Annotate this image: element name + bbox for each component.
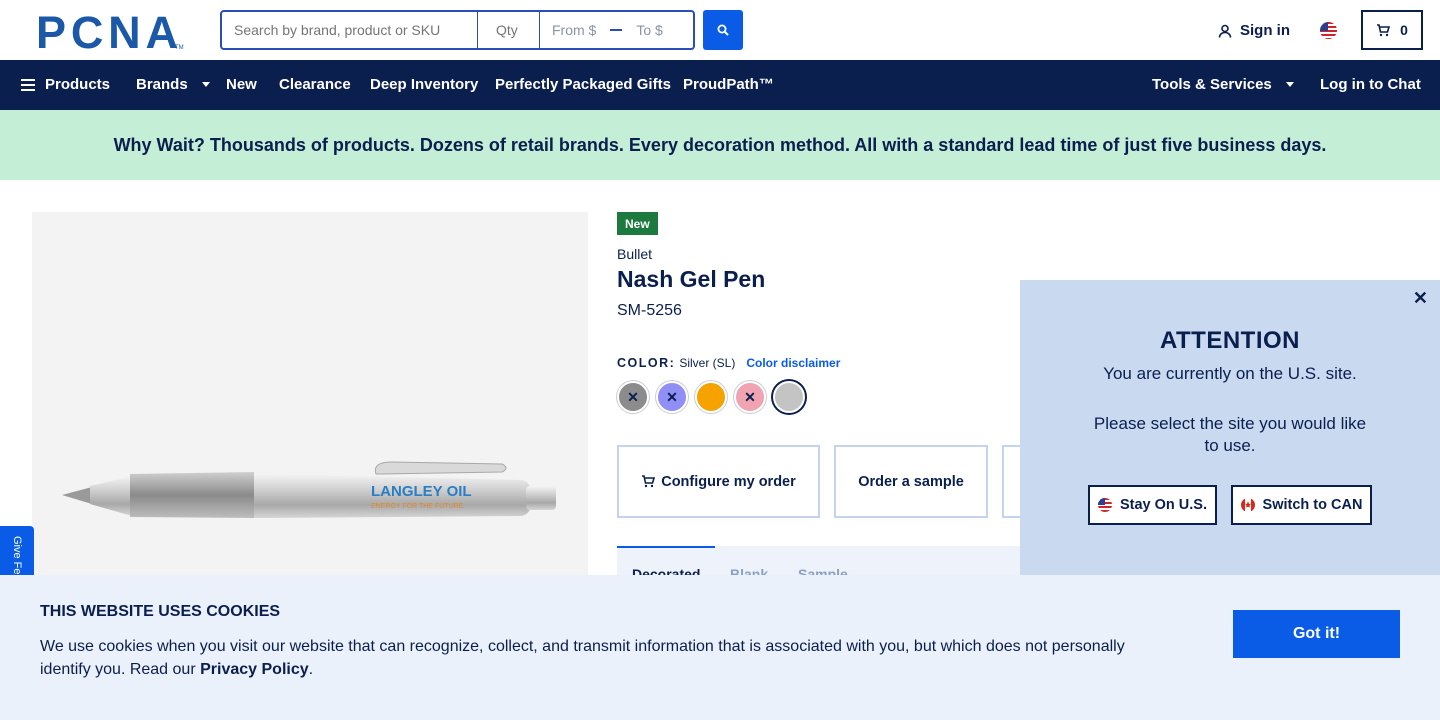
product-title: Nash Gel Pen bbox=[617, 266, 766, 292]
got-it-button[interactable]: Got it! bbox=[1233, 610, 1400, 658]
price-to-field[interactable]: To $ bbox=[636, 22, 662, 38]
stay-us-button[interactable]: Stay On U.S. bbox=[1088, 485, 1217, 525]
us-flag-icon bbox=[1097, 498, 1112, 512]
price-from-field[interactable]: From $ bbox=[552, 22, 596, 38]
cart-count: 0 bbox=[1400, 22, 1408, 38]
nav-tools-label: Tools & Services bbox=[1152, 76, 1272, 93]
chevron-down-icon bbox=[1285, 82, 1294, 87]
nav-clearance[interactable]: Clearance bbox=[279, 76, 351, 93]
svg-text:PCNA: PCNA bbox=[36, 12, 178, 50]
svg-text:TM: TM bbox=[175, 45, 184, 50]
color-swatch-orange[interactable] bbox=[695, 381, 727, 413]
close-icon[interactable]: ✕ bbox=[1413, 288, 1428, 309]
range-dash bbox=[610, 29, 623, 31]
svg-text:ENERGY FOR THE FUTURE: ENERGY FOR THE FUTURE bbox=[371, 503, 464, 510]
product-sku: SM-5256 bbox=[617, 302, 682, 319]
nav-deep-inventory-label: Deep Inventory bbox=[370, 76, 479, 93]
svg-text:LANGLEY OIL: LANGLEY OIL bbox=[371, 483, 472, 500]
nav-new[interactable]: New bbox=[226, 76, 257, 93]
color-swatch-pink[interactable]: ✕ bbox=[734, 381, 766, 413]
cookie-title: THIS WEBSITE USES COOKIES bbox=[40, 603, 281, 620]
switch-can-label: Switch to CAN bbox=[1262, 497, 1363, 513]
user-icon bbox=[1218, 24, 1232, 38]
active-tab-indicator bbox=[617, 546, 715, 548]
pen-image: LANGLEY OIL ENERGY FOR THE FUTURE bbox=[62, 461, 556, 518]
sign-in-label: Sign in bbox=[1240, 22, 1290, 39]
cart-icon bbox=[642, 475, 656, 488]
sign-in-link[interactable]: Sign in bbox=[1218, 22, 1290, 39]
search-icon bbox=[717, 24, 729, 36]
dialog-instruction: Please select the site you would like to… bbox=[1093, 414, 1367, 455]
qty-input[interactable] bbox=[478, 10, 540, 50]
nav-deep-inventory[interactable]: Deep Inventory bbox=[370, 76, 478, 93]
color-swatch-silver[interactable] bbox=[773, 381, 805, 413]
menu-icon bbox=[21, 78, 35, 91]
color-swatch-periwinkle[interactable]: ✕ bbox=[656, 381, 688, 413]
unavailable-x-icon: ✕ bbox=[627, 388, 639, 405]
color-selector-label: COLOR: Silver (SL) Color disclaimer bbox=[617, 356, 840, 370]
main-nav: Products Brands New Clearance Deep Inven… bbox=[0, 60, 1440, 110]
nav-new-label: New bbox=[226, 76, 257, 93]
configure-order-label: Configure my order bbox=[661, 473, 796, 490]
order-sample-button[interactable]: Order a sample bbox=[834, 445, 988, 518]
dialog-current-site: You are currently on the U.S. site. bbox=[1103, 364, 1357, 383]
nav-gifts-label: Perfectly Packaged Gifts bbox=[495, 76, 671, 93]
color-label: COLOR: bbox=[617, 356, 676, 370]
unavailable-x-icon: ✕ bbox=[744, 388, 756, 405]
nav-brands[interactable]: Brands bbox=[136, 76, 210, 93]
nav-tools-services[interactable]: Tools & Services bbox=[1152, 76, 1294, 93]
stay-us-label: Stay On U.S. bbox=[1119, 497, 1208, 513]
color-swatch-gray[interactable]: ✕ bbox=[617, 381, 649, 413]
cookie-banner: THIS WEBSITE USES COOKIES We use cookies… bbox=[0, 575, 1440, 720]
unavailable-x-icon: ✕ bbox=[666, 388, 678, 405]
nav-products[interactable]: Products bbox=[21, 76, 110, 93]
cart-icon bbox=[1377, 23, 1391, 36]
dialog-title: ATTENTION bbox=[1159, 327, 1301, 354]
order-sample-label: Order a sample bbox=[858, 473, 964, 490]
nav-chat-label: Log in to Chat bbox=[1320, 76, 1421, 93]
product-image[interactable]: LANGLEY OIL ENERGY FOR THE FUTURE bbox=[32, 212, 588, 612]
nav-products-label: Products bbox=[45, 76, 111, 93]
price-range[interactable]: From $ To $ bbox=[540, 10, 695, 50]
search-input[interactable] bbox=[220, 10, 478, 50]
color-disclaimer-link[interactable]: Color disclaimer bbox=[746, 356, 840, 370]
color-value: Silver (SL) bbox=[679, 356, 736, 370]
product-brand[interactable]: Bullet bbox=[617, 246, 652, 262]
nav-brands-label: Brands bbox=[136, 76, 188, 93]
switch-can-button[interactable]: Switch to CAN bbox=[1231, 485, 1372, 525]
canada-flag-icon bbox=[1240, 498, 1255, 512]
promo-banner: Why Wait? Thousands of products. Dozens … bbox=[0, 110, 1440, 180]
privacy-policy-link[interactable]: Privacy Policy bbox=[200, 661, 309, 678]
cookie-period: . bbox=[308, 661, 314, 678]
pcna-logo[interactable]: PCNA TM bbox=[36, 12, 184, 50]
cart-button[interactable]: 0 bbox=[1361, 10, 1423, 50]
cookie-text-block: We use cookies when you visit our websit… bbox=[40, 635, 1150, 681]
promo-banner-text: Why Wait? Thousands of products. Dozens … bbox=[113, 134, 1327, 155]
nav-proudpath-label: ProudPath™ bbox=[683, 76, 774, 93]
new-badge: New bbox=[617, 212, 658, 235]
header: PCNA TM From $ To $ Sign in bbox=[0, 0, 1440, 60]
pricing-tabs: Decorated Blank Sample bbox=[617, 546, 1027, 582]
nav-proudpath[interactable]: ProudPath™ bbox=[683, 76, 774, 93]
chevron-down-icon bbox=[201, 82, 210, 87]
nav-log-in-chat[interactable]: Log in to Chat bbox=[1320, 76, 1421, 93]
us-flag-icon[interactable] bbox=[1320, 22, 1337, 39]
search-button[interactable] bbox=[703, 10, 743, 50]
site-selector-dialog: ✕ ATTENTION You are currently on the U.S… bbox=[1020, 280, 1440, 576]
nav-clearance-label: Clearance bbox=[279, 76, 351, 93]
search-bar: From $ To $ bbox=[220, 10, 695, 50]
configure-order-button[interactable]: Configure my order bbox=[617, 445, 820, 518]
nav-perfectly-packaged-gifts[interactable]: Perfectly Packaged Gifts bbox=[495, 76, 671, 93]
